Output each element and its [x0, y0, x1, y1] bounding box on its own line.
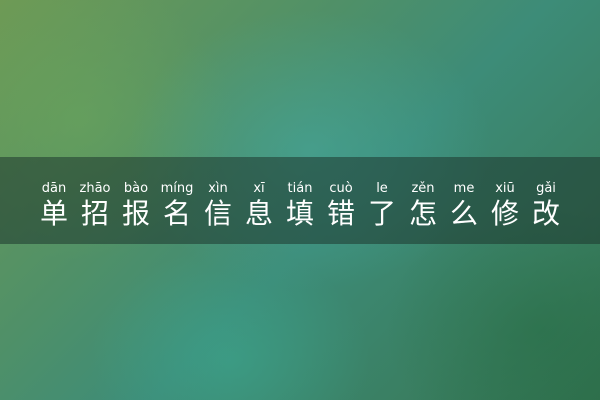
pinyin: me: [453, 181, 475, 196]
pinyin: gǎi: [536, 181, 556, 196]
hanzi: 报: [121, 197, 150, 230]
pinyin: le: [376, 181, 388, 196]
hanzi: 改: [531, 197, 560, 230]
hanzi: 了: [367, 197, 396, 230]
title-char: le 了: [365, 181, 400, 231]
pinyin: xiū: [495, 181, 515, 196]
pinyin: míng: [160, 181, 194, 196]
title-char: dān 单: [37, 181, 72, 231]
pinyin: zhāo: [79, 181, 111, 196]
hanzi: 怎: [408, 197, 437, 230]
title-char: xiū 修: [488, 181, 523, 231]
hanzi: 息: [244, 197, 273, 230]
pinyin: bào: [123, 181, 149, 196]
page-title: dān 单 zhāo 招 bào 报 míng 名 xìn 信 xī 息 tiá…: [0, 181, 600, 231]
hanzi: 信: [203, 197, 232, 230]
pinyin: xìn: [208, 181, 228, 196]
title-char: cuò 错: [324, 181, 359, 231]
title-char: zhāo 招: [78, 181, 113, 231]
title-char: zěn 怎: [406, 181, 441, 231]
title-char: xī 息: [242, 181, 277, 231]
hanzi: 填: [285, 197, 314, 230]
hanzi: 单: [39, 197, 68, 230]
title-char: míng 名: [160, 181, 195, 231]
title-char: gǎi 改: [529, 181, 564, 231]
hanzi: 么: [449, 197, 478, 230]
cover-image: { "title": { "characters": [ {"pinyin": …: [0, 0, 600, 400]
pinyin: zěn: [411, 181, 435, 196]
hanzi: 错: [326, 197, 355, 230]
title-char: me 么: [447, 181, 482, 231]
pinyin: tián: [287, 181, 313, 196]
title-char: xìn 信: [201, 181, 236, 231]
pinyin: dān: [41, 181, 67, 196]
title-char: bào 报: [119, 181, 154, 231]
hanzi: 名: [162, 197, 191, 230]
title-char: tián 填: [283, 181, 318, 231]
pinyin: cuò: [329, 181, 353, 196]
hanzi: 修: [490, 197, 519, 230]
pinyin: xī: [253, 181, 265, 196]
hanzi: 招: [80, 197, 109, 230]
